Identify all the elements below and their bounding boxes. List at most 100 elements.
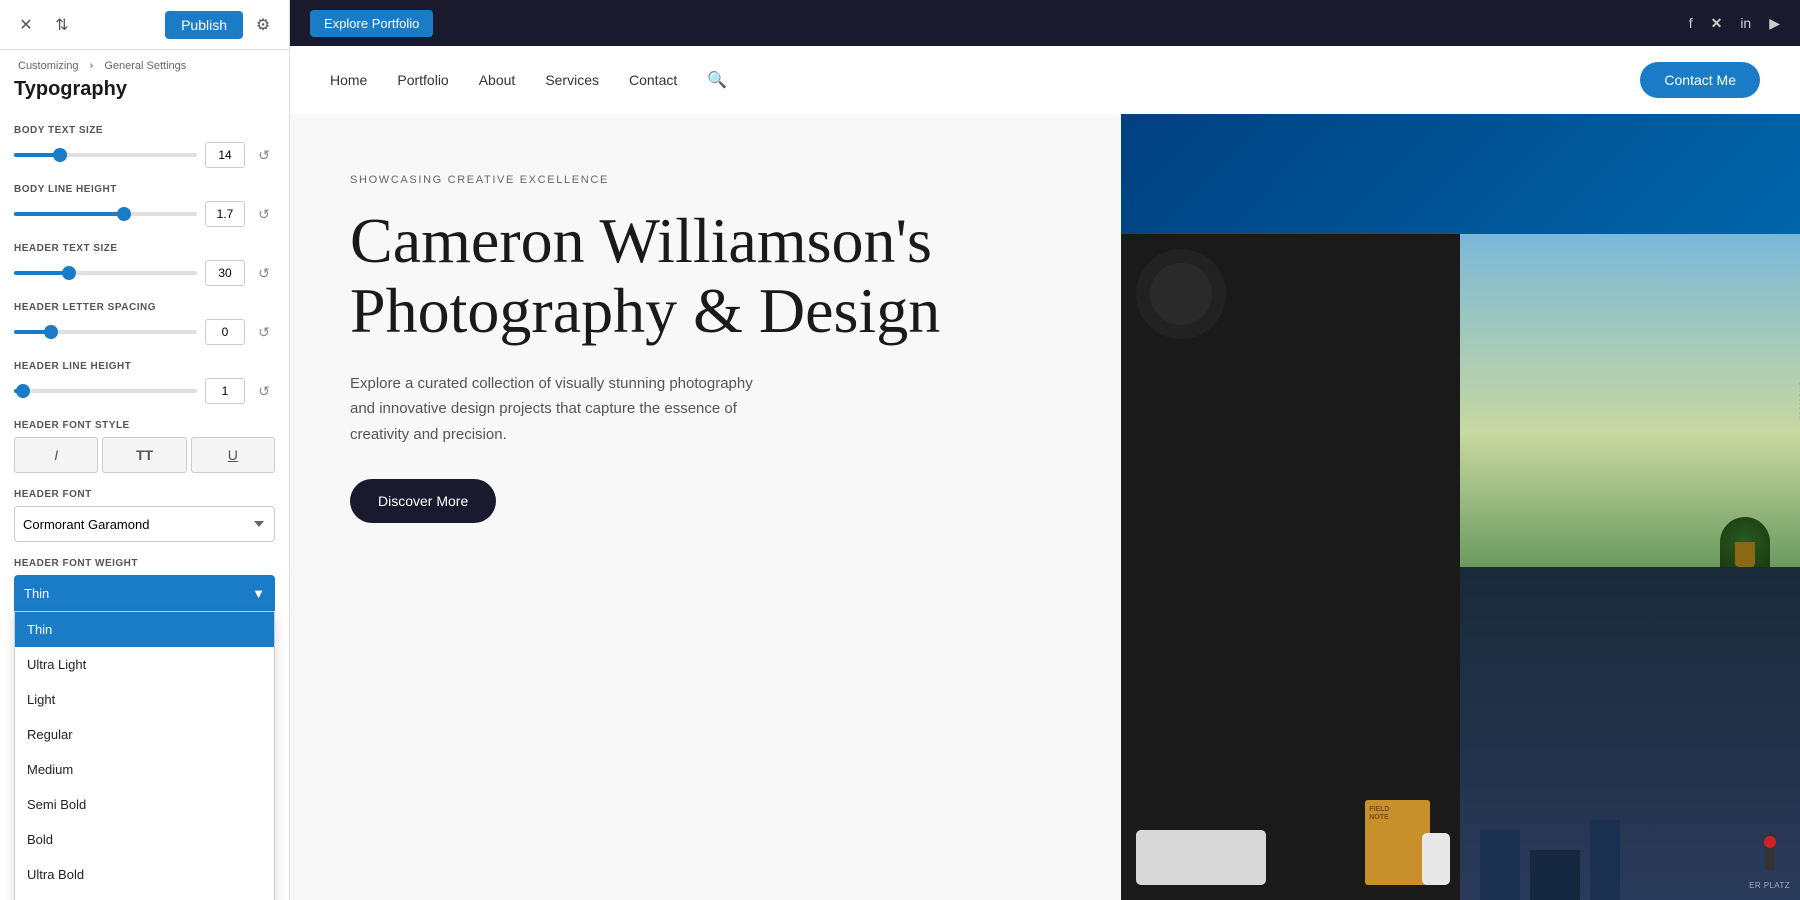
hero-title: Cameron Williamson's Photography & Desig…	[350, 206, 1061, 347]
site-nav: Home Portfolio About Services Contact 🔍 …	[290, 46, 1800, 114]
breadcrumb: Customizing › General Settings	[0, 50, 289, 76]
body-line-height-value[interactable]: 1.7	[205, 201, 245, 227]
body-line-height-track[interactable]	[14, 212, 197, 216]
underline-button[interactable]: U	[191, 437, 275, 473]
body-line-height-fill	[14, 212, 124, 216]
linkedin-icon[interactable]: in	[1740, 15, 1751, 31]
panel-settings-button[interactable]: ⚙	[249, 11, 277, 39]
city-building-1	[1480, 830, 1520, 900]
site-topbar: Explore Portfolio f ✕ in ▶	[290, 0, 1800, 46]
panel-header: ✕ ⇅ Publish ⚙	[0, 0, 289, 50]
header-line-height-reset[interactable]: ↺	[253, 380, 275, 402]
header-text-size-reset[interactable]: ↺	[253, 262, 275, 284]
breadcrumb-separator: ›	[90, 60, 94, 72]
hero-right: FIELDNOTE Offscreen	[1121, 114, 1800, 900]
notebook-graphic: FIELDNOTE	[1365, 800, 1430, 885]
search-icon[interactable]: 🔍	[707, 70, 727, 90]
panel-title: Typography	[0, 76, 289, 115]
city-label: ER PLATZ	[1749, 881, 1790, 890]
panel-content: BODY TEXT SIZE 14 ↺ BODY LINE HEIGHT 1.7…	[0, 115, 289, 900]
site-preview: Explore Portfolio f ✕ in ▶ Home Portfoli…	[290, 0, 1800, 900]
font-weight-option-light[interactable]: Light	[15, 682, 274, 717]
italic-button[interactable]: I	[14, 437, 98, 473]
header-letter-spacing-reset[interactable]: ↺	[253, 321, 275, 343]
twitter-x-icon[interactable]: ✕	[1711, 15, 1723, 32]
headphone-icon	[1136, 249, 1226, 339]
discover-more-button[interactable]: Discover More	[350, 479, 496, 523]
nav-home[interactable]: Home	[330, 72, 367, 88]
weight-chevron-icon: ▼	[252, 586, 265, 601]
customizer-panel: ✕ ⇅ Publish ⚙ Customizing › General Sett…	[0, 0, 290, 900]
keyboard-graphic	[1136, 830, 1266, 885]
font-weight-dropdown: ThinUltra LightLightRegularMediumSemi Bo…	[14, 611, 275, 900]
header-text-size-thumb[interactable]	[62, 266, 76, 280]
body-line-height-slider-row: 1.7 ↺	[14, 201, 275, 227]
header-line-height-thumb[interactable]	[16, 384, 30, 398]
nav-contact[interactable]: Contact	[629, 72, 677, 88]
body-text-size-value[interactable]: 14	[205, 142, 245, 168]
facebook-icon[interactable]: f	[1689, 15, 1693, 31]
undo-redo-button[interactable]: ⇅	[48, 11, 76, 39]
header-letter-spacing-value[interactable]: 0	[205, 319, 245, 345]
selected-weight-label: Thin	[24, 586, 49, 601]
header-line-height-track[interactable]	[14, 389, 197, 393]
header-font-weight-label: HEADER FONT WEIGHT	[14, 558, 275, 569]
nav-portfolio[interactable]: Portfolio	[397, 72, 448, 88]
nav-links: Home Portfolio About Services Contact 🔍	[330, 70, 727, 90]
header-text-size-label: HEADER TEXT SIZE	[14, 243, 275, 254]
header-line-height-group: HEADER LINE HEIGHT 1 ↺	[14, 361, 275, 404]
header-font-select-wrapper: Cormorant Garamond	[14, 506, 275, 542]
header-letter-spacing-track[interactable]	[14, 330, 197, 334]
font-weight-option-heavy[interactable]: Heavy	[15, 892, 274, 900]
header-line-height-label: HEADER LINE HEIGHT	[14, 361, 275, 372]
body-text-size-label: BODY TEXT SIZE	[14, 125, 275, 136]
header-line-height-value[interactable]: 1	[205, 378, 245, 404]
font-weight-option-ultra-bold[interactable]: Ultra Bold	[15, 857, 274, 892]
explore-portfolio-button[interactable]: Explore Portfolio	[310, 10, 433, 37]
publish-area: Publish ⚙	[165, 11, 277, 39]
panel-header-left: ✕ ⇅	[12, 11, 76, 39]
weight-select-display[interactable]: Thin ▼	[14, 575, 275, 611]
breadcrumb-root[interactable]: Customizing	[18, 60, 79, 72]
body-line-height-reset[interactable]: ↺	[253, 203, 275, 225]
hero-img-city: ER PLATZ	[1460, 567, 1800, 900]
body-text-size-thumb[interactable]	[53, 148, 67, 162]
font-weight-option-regular[interactable]: Regular	[15, 717, 274, 752]
hero-section: SHOWCASING CREATIVE EXCELLENCE Cameron W…	[290, 114, 1800, 900]
close-button[interactable]: ✕	[12, 11, 40, 39]
font-weight-option-thin[interactable]: Thin	[15, 612, 274, 647]
bold-button[interactable]: TT	[102, 437, 186, 473]
weight-select-wrapper: Thin ▼ ThinUltra LightLightRegularMedium…	[14, 575, 275, 611]
font-weight-option-medium[interactable]: Medium	[15, 752, 274, 787]
header-letter-spacing-thumb[interactable]	[44, 325, 58, 339]
font-weight-option-ultra-light[interactable]: Ultra Light	[15, 647, 274, 682]
header-font-style-label: HEADER FONT STYLE	[14, 420, 275, 431]
youtube-icon[interactable]: ▶	[1769, 15, 1780, 32]
header-text-size-track[interactable]	[14, 271, 197, 275]
hero-img-plant: Offscreen	[1460, 234, 1800, 567]
header-letter-spacing-label: HEADER LETTER SPACING	[14, 302, 275, 313]
hero-image-grid: FIELDNOTE Offscreen	[1121, 114, 1800, 900]
phone-graphic	[1422, 833, 1450, 885]
contact-me-button[interactable]: Contact Me	[1640, 62, 1760, 98]
header-letter-spacing-slider-row: 0 ↺	[14, 319, 275, 345]
breadcrumb-section[interactable]: General Settings	[104, 60, 186, 72]
font-weight-option-semi-bold[interactable]: Semi Bold	[15, 787, 274, 822]
font-weight-option-bold[interactable]: Bold	[15, 822, 274, 857]
body-text-size-group: BODY TEXT SIZE 14 ↺	[14, 125, 275, 168]
header-line-height-slider-row: 1 ↺	[14, 378, 275, 404]
hero-eyebrow: SHOWCASING CREATIVE EXCELLENCE	[350, 174, 1061, 186]
header-text-size-slider-row: 30 ↺	[14, 260, 275, 286]
body-text-size-track[interactable]	[14, 153, 197, 157]
body-text-size-reset[interactable]: ↺	[253, 144, 275, 166]
nav-services[interactable]: Services	[545, 72, 599, 88]
header-text-size-fill	[14, 271, 69, 275]
publish-button[interactable]: Publish	[165, 11, 243, 39]
header-text-size-group: HEADER TEXT SIZE 30 ↺	[14, 243, 275, 286]
header-text-size-value[interactable]: 30	[205, 260, 245, 286]
hero-description: Explore a curated collection of visually…	[350, 371, 770, 448]
body-line-height-thumb[interactable]	[117, 207, 131, 221]
hero-img-right-col: Offscreen ER PLATZ	[1460, 234, 1800, 900]
nav-about[interactable]: About	[479, 72, 516, 88]
header-font-select[interactable]: Cormorant Garamond	[14, 506, 275, 542]
